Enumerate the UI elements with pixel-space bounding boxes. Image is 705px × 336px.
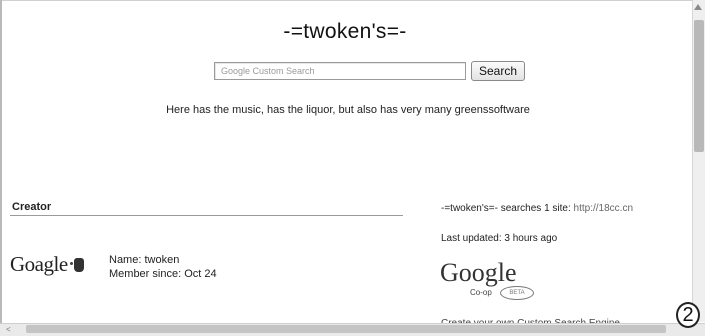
- top-border: [0, 0, 705, 1]
- step-number-badge: 2: [676, 302, 700, 328]
- site-link[interactable]: http://18cc.cn: [574, 203, 633, 214]
- creator-name: Name: twoken: [109, 254, 180, 266]
- site-tagline: Here has the music, has the liquor, but …: [166, 104, 530, 116]
- creator-divider: [10, 215, 403, 216]
- search-input[interactable]: Google Custom Search: [214, 62, 466, 80]
- logo-dot-icon: [69, 262, 73, 265]
- last-updated: Last updated: 3 hours ago: [441, 233, 558, 244]
- searches-info: -=twoken's=- searches 1 site: http://18c…: [441, 203, 633, 214]
- page-title: -=twoken's=-: [283, 20, 407, 43]
- owl-icon: [73, 258, 84, 272]
- creator-heading: Creator: [12, 201, 52, 213]
- vertical-scroll-thumb[interactable]: [694, 20, 704, 152]
- creator-avatar-logo[interactable]: Goagle: [10, 252, 84, 277]
- browser-page: -=twoken's=- Google Custom Search Search…: [0, 0, 705, 336]
- scroll-up-arrow-icon[interactable]: [694, 4, 702, 10]
- left-border: [0, 0, 2, 335]
- searches-text: -=twoken's=- searches 1 site:: [441, 203, 571, 214]
- search-button[interactable]: Search: [471, 61, 525, 81]
- google-coop-logo[interactable]: Google: [440, 258, 517, 288]
- google-coop-sub: Co-op: [470, 288, 492, 297]
- scroll-left-arrow-icon[interactable]: <: [6, 326, 11, 334]
- creator-logo-text: Goagle: [10, 252, 68, 276]
- creator-member-since: Member since: Oct 24: [109, 268, 217, 280]
- horizontal-scroll-thumb[interactable]: [26, 325, 666, 333]
- beta-badge: BETA: [500, 286, 534, 300]
